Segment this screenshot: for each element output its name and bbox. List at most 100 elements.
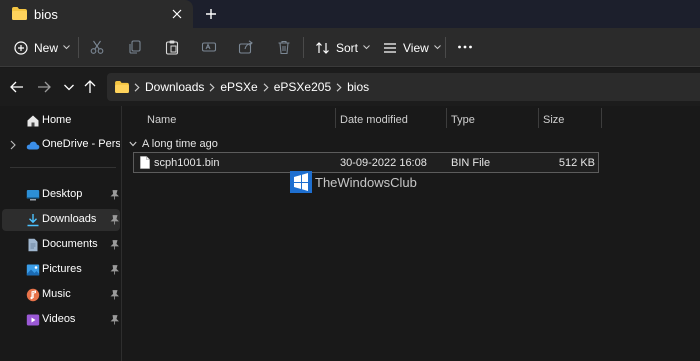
tab-title: bios <box>34 7 58 22</box>
file-name: scph1001.bin <box>154 157 220 169</box>
videos-icon <box>26 314 40 326</box>
breadcrumb-chevron-icon[interactable] <box>209 82 215 92</box>
watermark-logo-icon <box>290 171 312 193</box>
column-header-label: Date modified <box>340 114 408 126</box>
music-icon <box>26 288 40 302</box>
close-icon[interactable] <box>170 7 184 21</box>
plus-circle-icon <box>14 40 28 55</box>
chevron-down-icon <box>433 45 441 50</box>
new-label: New <box>34 40 59 55</box>
toolbar-divider <box>303 37 304 58</box>
column-header-label: Type <box>451 114 475 126</box>
sidebar-item-label: Documents <box>42 238 98 250</box>
sidebar-item-desktop[interactable]: Desktop <box>2 184 120 206</box>
sidebar-item-pictures[interactable]: Pictures <box>2 259 120 281</box>
desktop-icon <box>26 190 40 201</box>
tab-strip: bios <box>0 0 700 28</box>
back-arrow-icon[interactable] <box>9 79 25 95</box>
toolbar-divider <box>445 37 446 58</box>
breadcrumb-epsxe[interactable]: ePSXe <box>220 80 257 94</box>
column-header-name[interactable]: Name <box>123 106 335 132</box>
more-options-icon[interactable] <box>457 39 473 55</box>
sidebar-item-music[interactable]: Music <box>2 284 120 306</box>
breadcrumb-epsxe205[interactable]: ePSXe205 <box>274 80 331 94</box>
column-header-label: Name <box>147 114 177 126</box>
pin-icon[interactable] <box>110 240 119 250</box>
sidebar-item-downloads[interactable]: Downloads <box>2 209 120 231</box>
forward-arrow-icon[interactable] <box>36 79 52 95</box>
breadcrumb-chevron-icon[interactable] <box>134 82 140 92</box>
home-icon <box>27 115 39 127</box>
sidebar-item-documents[interactable]: Documents <box>2 234 120 256</box>
pictures-icon <box>26 264 40 276</box>
file-explorer-window: bios New Sort View Downloads ePSXe ePSXe… <box>0 0 700 361</box>
navigation-pane: Home OneDrive - Persona Desktop <box>0 106 122 361</box>
group-header-label: A long time ago <box>142 138 218 150</box>
documents-icon <box>28 238 38 252</box>
file-list-pane: Name Date modified Type Size A long time… <box>123 106 700 361</box>
rename-icon[interactable] <box>201 39 217 55</box>
breadcrumb-bios[interactable]: bios <box>347 80 369 94</box>
view-label: View <box>403 40 429 55</box>
file-icon <box>140 156 150 169</box>
group-header[interactable]: A long time ago <box>129 136 218 152</box>
view-icon <box>384 42 396 53</box>
sidebar-item-label: Music <box>42 288 71 300</box>
up-arrow-icon[interactable] <box>82 79 98 95</box>
sort-button[interactable]: Sort <box>315 28 370 67</box>
chevron-right-icon[interactable] <box>9 140 17 150</box>
pin-icon[interactable] <box>110 190 119 200</box>
folder-icon <box>115 81 129 93</box>
toolbar-divider <box>78 37 79 58</box>
sidebar-item-label: Downloads <box>42 213 97 225</box>
delete-icon[interactable] <box>276 39 292 55</box>
paste-icon[interactable] <box>164 39 180 55</box>
tab-bios[interactable]: bios <box>0 0 193 28</box>
share-icon[interactable] <box>238 39 254 55</box>
file-row[interactable]: scph1001.bin 30-09-2022 16:08 BIN File 5… <box>133 152 599 173</box>
folder-icon <box>12 7 27 20</box>
sidebar-item-label: OneDrive - Persona <box>42 138 120 150</box>
file-date-modified: 30-09-2022 16:08 <box>340 157 427 169</box>
column-header-type[interactable]: Type <box>447 106 538 132</box>
sidebar-item-label: Pictures <box>42 263 82 275</box>
sidebar-item-label: Home <box>42 114 72 126</box>
column-header-date-modified[interactable]: Date modified <box>336 106 446 132</box>
watermark: TheWindowsClub <box>290 171 417 193</box>
column-header-label: Size <box>543 114 565 126</box>
sidebar-item-onedrive[interactable]: OneDrive - Persona <box>2 134 120 156</box>
sidebar-item-label: Videos <box>42 313 76 325</box>
chevron-down-icon <box>63 45 70 50</box>
column-divider[interactable] <box>601 108 602 128</box>
sort-icon <box>316 41 329 54</box>
command-bar: New Sort View <box>0 28 700 67</box>
copy-icon[interactable] <box>127 39 143 55</box>
sidebar-item-label: Desktop <box>42 188 83 200</box>
chevron-down-icon[interactable] <box>129 141 137 147</box>
file-type: BIN File <box>451 157 491 169</box>
breadcrumb-chevron-icon[interactable] <box>263 82 269 92</box>
address-row: Downloads ePSXe ePSXe205 bios <box>0 68 700 106</box>
new-button[interactable]: New <box>14 28 70 67</box>
chevron-down-icon <box>363 45 370 50</box>
new-tab-plus-icon[interactable] <box>203 6 219 22</box>
sidebar-item-videos[interactable]: Videos <box>2 309 120 331</box>
file-size: 512 KB <box>558 157 595 169</box>
column-header-size[interactable]: Size <box>539 106 601 132</box>
pin-icon[interactable] <box>110 290 119 300</box>
sidebar-divider <box>10 167 116 168</box>
breadcrumb-chevron-icon[interactable] <box>336 82 342 92</box>
cloud-icon <box>26 141 40 150</box>
pin-icon[interactable] <box>110 215 119 225</box>
pin-icon[interactable] <box>110 265 119 275</box>
watermark-text: TheWindowsClub <box>315 174 417 190</box>
pin-icon[interactable] <box>110 315 119 325</box>
address-bar[interactable]: Downloads ePSXe ePSXe205 bios <box>107 73 700 101</box>
download-icon <box>27 214 39 227</box>
cut-icon[interactable] <box>89 39 105 55</box>
breadcrumb-downloads[interactable]: Downloads <box>145 80 204 94</box>
view-button[interactable]: View <box>383 28 441 67</box>
recent-locations-chevron-icon[interactable] <box>61 79 77 95</box>
sort-label: Sort <box>336 40 359 55</box>
sidebar-item-home[interactable]: Home <box>2 110 120 132</box>
